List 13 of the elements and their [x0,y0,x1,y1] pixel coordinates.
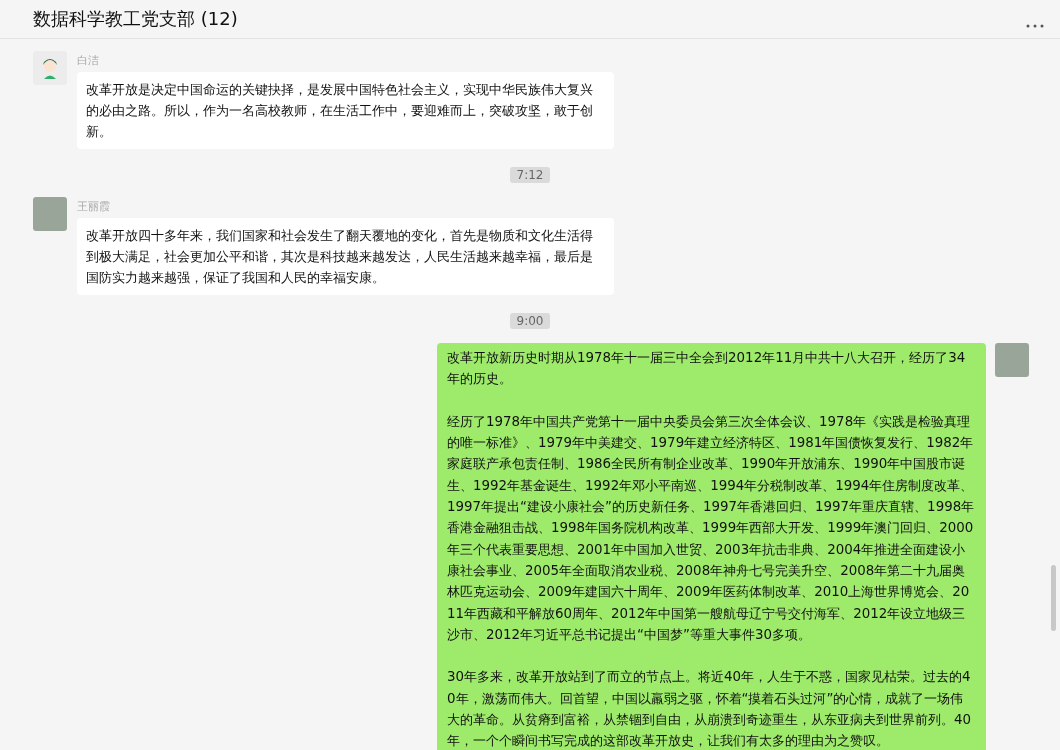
message-bubble: 改革开放四十多年来，我们国家和社会发生了翻天覆地的变化，首先是物质和文化生活得到极大满足，社会更加公平和谐，其次是科技越来越发达，人民生活越来越幸福，最后是国防实力越来越强，保证了我国和人民的幸福安康。 [77,218,614,295]
timestamp: 7:12 [509,167,551,183]
sender-name: 白洁 [77,53,100,68]
more-icon[interactable] [1026,24,1044,28]
scrollbar-thumb[interactable] [1051,565,1056,631]
chat-title: 数据科学教工党支部 (12) [33,7,238,31]
cartoon-avatar [33,51,67,85]
message-bubble: 改革开放是决定中国命运的关键抉择，是发展中国特色社会主义，实现中华民族伟大复兴的必由之路。所以，作为一名高校教师，在生活工作中，要迎难而上，突破攻坚，敢于创新。 [77,72,614,149]
photo-placeholder [33,197,67,231]
sender-name: 王丽霞 [77,199,111,214]
message-bubble: 改革开放新历史时期从1978年十一届三中全会到2012年11月中共十八大召开，经历了34年的历史。 经历了1978年中国共产党第十一届中央委员会第三次全体会议、1978年《实践是检验真理的唯一标准》、1979年中美建交、1979年建立经济特区、1981年国债恢复发行、1982年家庭联产承包责任制、1986全民所有制企业改革、1990年开放浦东、1990年中国股市诞生、1992年基金诞生、1992年邓小平南巡、1994年分税制改革、1994年住房制度改革、1997年提出“建设小康社会”的历史新任务、1997年香港回归、1997年重庆直辖、1998年香港金融狙击战、1998年国务院机构改革、1999年西部大开发、1999年澳门回归、2000年三个代表重要思想、2001年中国加入世贸、2003年抗击非典、2004年推进全面建设小康社会事业、2005年全面取消农业税、2008年神舟七号完美升空、2008年第二十九届奥林匹克运动会、2009年建国六十周年、2009年医药体制改革、2010上海世界博览会、2011年西藏和平解放60周年、2012年中国第一艘航母辽宁号交付海军、2012年设立地级三沙市、2012年习近平总书记提出“中国梦”等重大事件30多项。 30年多来，改革开放站到了而立的节点上。将近40年，人生于不惑，国家见枯荣。过去的40年，激荡而伟大。回首望，中国以羸弱之驱，怀着“摸着石头过河”的心情，成就了一场伟大的革命。从贫瘠到富裕，从禁锢到自由，从崩溃到奇迹重生，从东亚病夫到世界前列。40年，一个个瞬间书写完成的这部改革开放史，让我们有太多的理由为之赞叹。 [437,343,986,750]
timestamp: 9:00 [509,313,551,329]
photo-placeholder [995,343,1029,377]
